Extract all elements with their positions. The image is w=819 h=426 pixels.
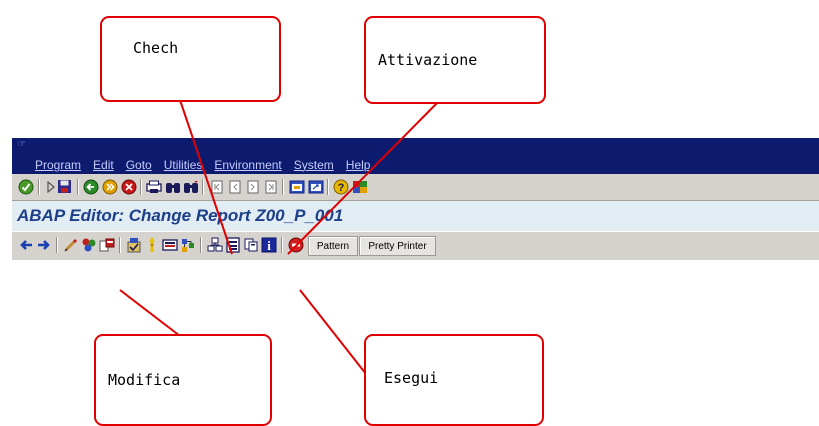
help-info-icon[interactable]: i [260,236,277,253]
callout-execute-label: Esegui [384,369,439,387]
save-icon[interactable] [56,178,73,195]
editor-area [12,260,819,298]
find-icon[interactable] [164,178,181,195]
activate-icon[interactable] [143,236,160,253]
create-session-icon[interactable] [288,178,305,195]
menu-bar: ☞ Program Edit Goto Utilities Environmen… [12,138,819,174]
callout-modify: Modifica [94,334,272,426]
shortcut-icon[interactable] [307,178,324,195]
enter-icon[interactable] [17,178,34,195]
title-bar: ABAP Editor: Change Report Z00_P_001 [12,201,819,231]
callout-check-label: Chech [133,39,179,57]
find-next-icon[interactable] [182,178,199,195]
pattern-button[interactable]: Pattern [308,236,358,256]
cancel-icon[interactable] [120,178,137,195]
callout-check: Chech [100,16,281,102]
page-layout-icon[interactable] [242,236,259,253]
back-arrow-icon[interactable] [17,236,34,253]
menu-system[interactable]: System [288,158,340,172]
next-page-icon[interactable] [244,178,261,195]
last-page-icon[interactable] [262,178,279,195]
application-toolbar: i Pattern Pretty Printer [12,232,819,260]
help-icon[interactable]: ? [332,178,349,195]
active-inactive-icon[interactable] [80,236,97,253]
check-icon[interactable] [125,236,142,253]
menu-goto[interactable]: Goto [120,158,158,172]
sap-gui-window: ☞ Program Edit Goto Utilities Environmen… [12,138,819,298]
menu-utilities[interactable]: Utilities [158,158,209,172]
svg-text:i: i [267,238,271,253]
display-change-icon[interactable] [62,236,79,253]
print-icon[interactable] [145,178,162,195]
exit-icon[interactable] [101,178,118,195]
customize-layout-icon[interactable] [351,178,368,195]
where-used-icon[interactable] [179,236,196,253]
menu-program[interactable]: Program [12,158,87,172]
menu-help[interactable]: Help [340,158,377,172]
object-list-icon[interactable] [206,236,223,253]
callout-execute: Esegui [364,334,544,426]
system-toolbar: ? [12,174,819,201]
navigation-window-icon[interactable] [224,236,241,253]
menu: Program Edit Goto Utilities Environment … [12,158,376,172]
previous-page-icon[interactable] [226,178,243,195]
forward-arrow-icon[interactable] [35,236,52,253]
svg-text:?: ? [337,182,344,194]
sap-logo-icon: ☞ [17,139,26,150]
test-execute-icon[interactable] [161,236,178,253]
pointer-execute [299,289,367,375]
back-icon[interactable] [82,178,99,195]
first-page-icon[interactable] [208,178,225,195]
callout-activation-label: Attivazione [378,51,478,69]
callout-modify-label: Modifica [108,371,181,389]
page-title: ABAP Editor: Change Report Z00_P_001 [17,206,344,225]
stop-icon[interactable] [287,236,304,253]
pretty-printer-button[interactable]: Pretty Printer [359,236,436,256]
menu-edit[interactable]: Edit [87,158,120,172]
callout-activation: Attivazione [364,16,546,104]
other-object-icon[interactable] [98,236,115,253]
menu-environment[interactable]: Environment [208,158,287,172]
